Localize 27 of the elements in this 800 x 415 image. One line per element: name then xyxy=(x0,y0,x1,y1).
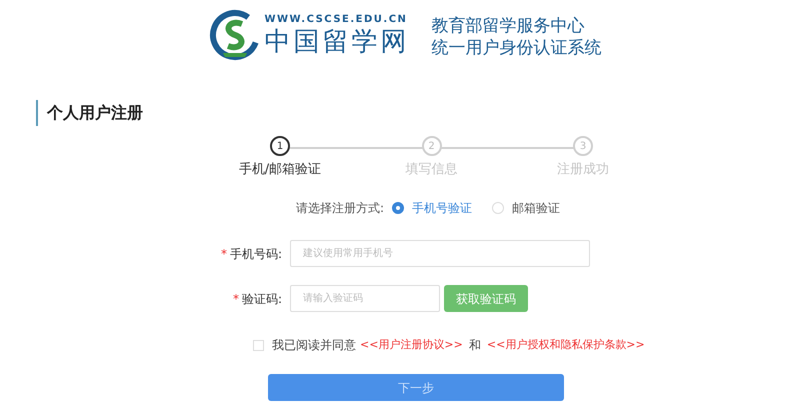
section-title: 个人用户注册 xyxy=(47,102,143,124)
logo-icon xyxy=(208,9,260,61)
agreement-text: 我已阅读并同意 xyxy=(272,337,356,354)
radio-option[interactable]: 邮箱验证 xyxy=(492,199,560,217)
step-label: 填写信息 xyxy=(406,161,458,179)
next-button[interactable]: 下一步 xyxy=(268,374,564,401)
radio[interactable] xyxy=(392,202,404,214)
field-label: * 验证码: xyxy=(232,290,283,308)
agree-checkbox[interactable] xyxy=(253,340,264,350)
site-name: 中国留学网 xyxy=(264,27,410,57)
step-number: 2 xyxy=(422,136,442,156)
system-title: 统一用户身份认证系统 xyxy=(432,37,602,59)
system-title: 教育部留学服务中心 xyxy=(432,15,586,37)
phone-input-field[interactable]: 建议使用常用手机号 xyxy=(290,240,590,267)
step-number: 3 xyxy=(573,136,593,156)
get-code-button[interactable]: 获取验证码 xyxy=(444,285,528,312)
site-url: WWW.CSCSE.EDU.CN xyxy=(264,13,408,27)
field-label: * 手机号码: xyxy=(220,246,283,262)
step-label: 手机/邮箱验证 xyxy=(238,161,322,179)
radio-option[interactable]: 手机号验证 xyxy=(392,199,472,217)
step-number: 1 xyxy=(270,136,290,156)
conjunction-text: 和 xyxy=(468,337,481,354)
step-label: 注册成功 xyxy=(557,161,609,179)
agreement-link[interactable]: <<用户注册协议>> xyxy=(360,336,463,354)
method-label: 请选择注册方式: xyxy=(296,200,384,217)
privacy-link[interactable]: <<用户授权和隐私保护条款>> xyxy=(486,336,645,354)
code-input-field[interactable]: 请输入验证码 xyxy=(290,285,440,312)
